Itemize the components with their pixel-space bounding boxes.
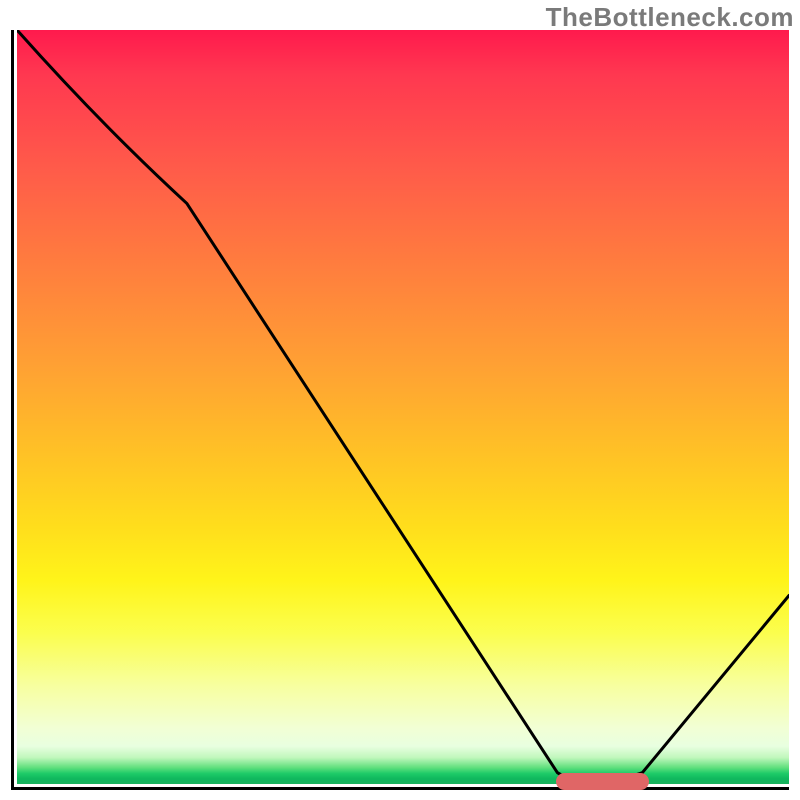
plot-area xyxy=(11,30,789,790)
optimal-range-marker xyxy=(556,773,649,790)
watermark-text: TheBottleneck.com xyxy=(546,2,794,33)
chart-frame: TheBottleneck.com xyxy=(0,0,800,800)
bottleneck-curve xyxy=(17,30,789,784)
